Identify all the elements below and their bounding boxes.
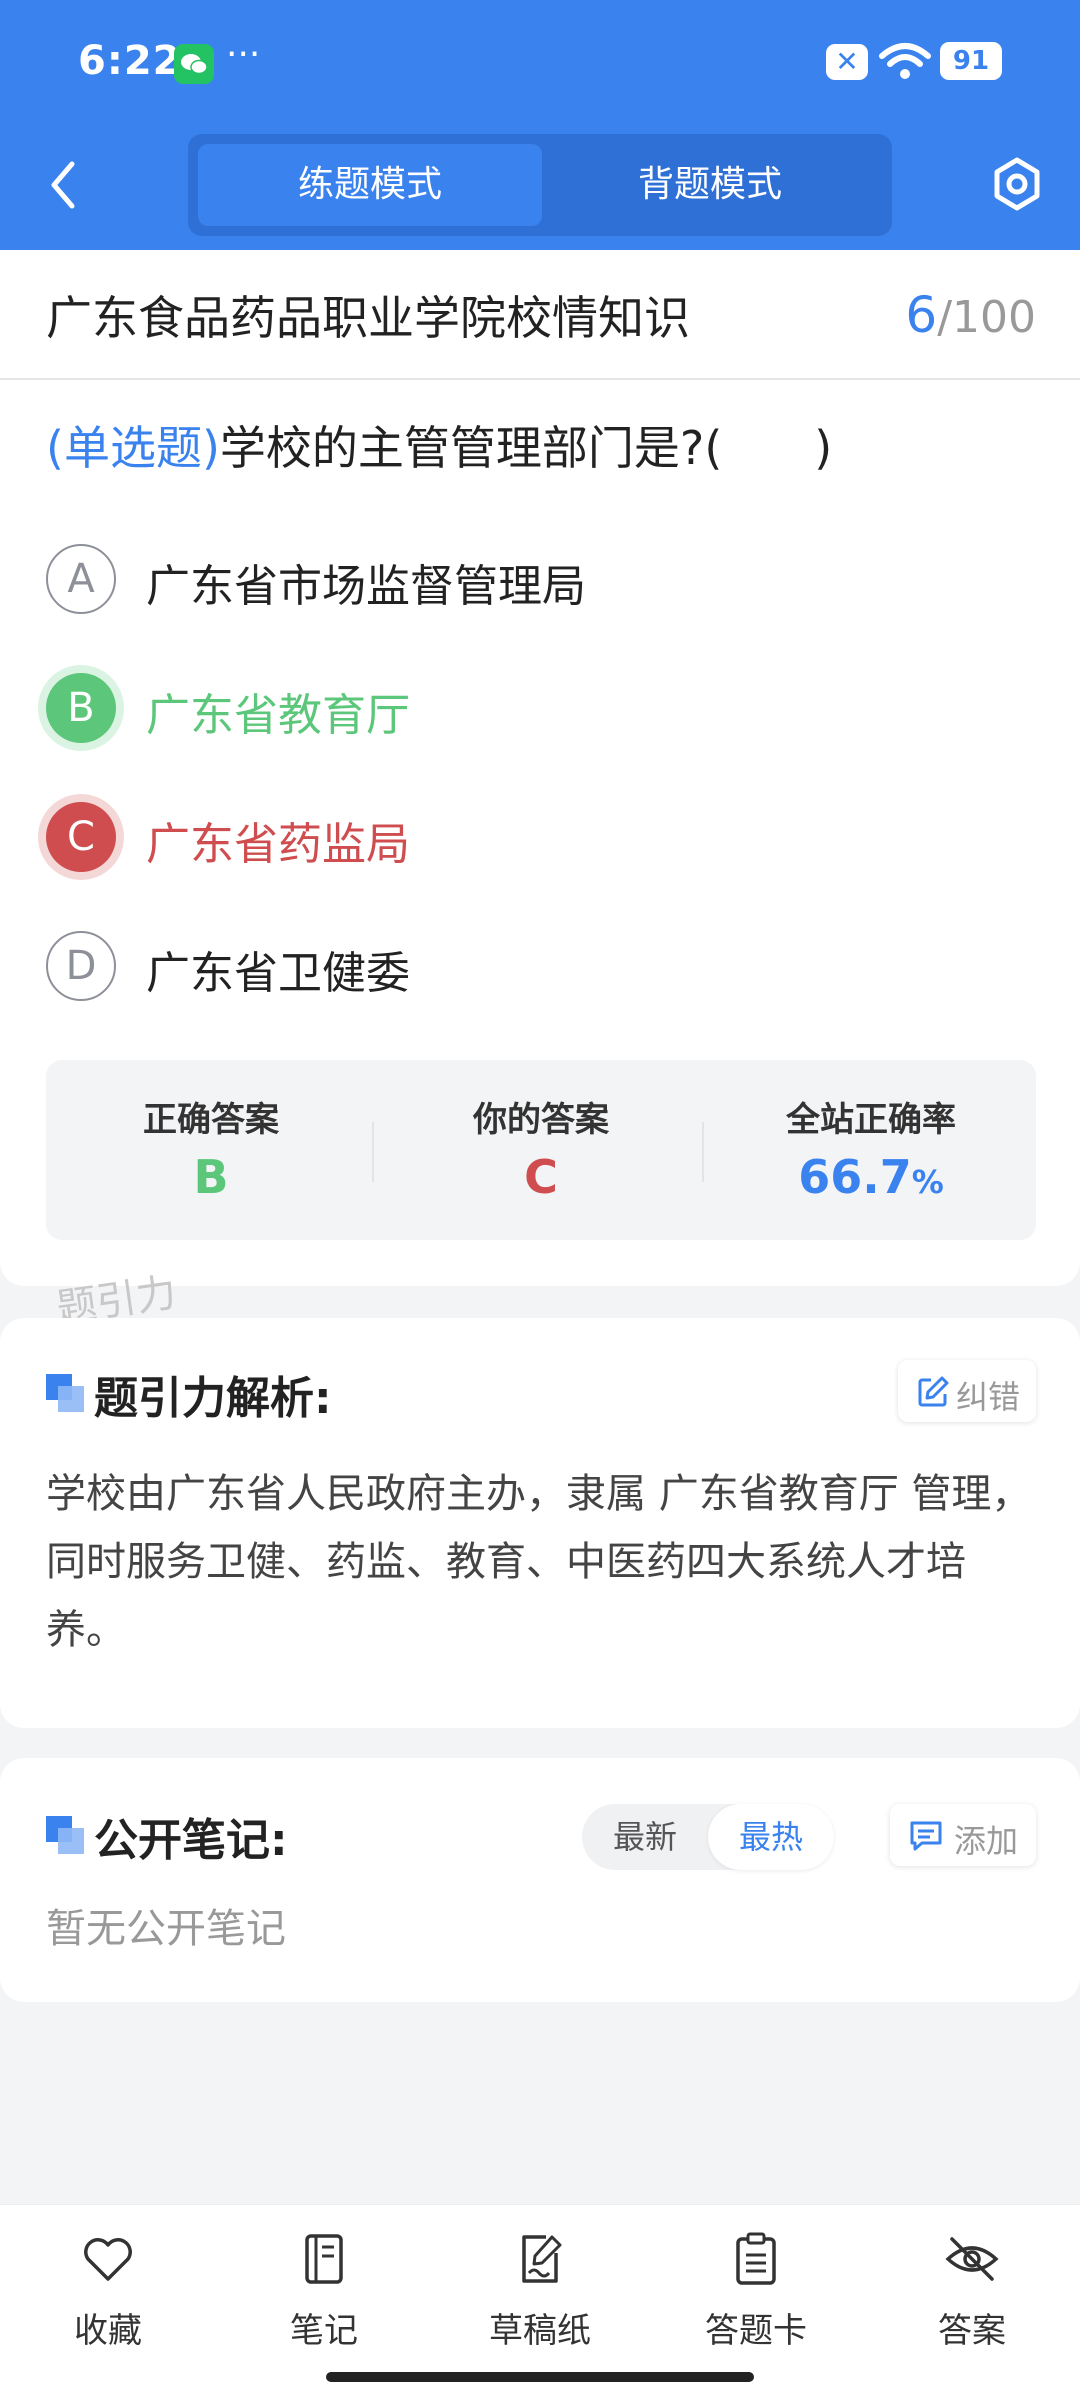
tab-memorize-mode[interactable]: 背题模式 bbox=[538, 144, 882, 226]
quiz-title: 广东食品药品职业学院校情知识 bbox=[46, 291, 690, 345]
analysis-text: 学校由广东省人民政府主办，隶属 广东省教育厅 管理，同时服务卫健、药监、教育、中… bbox=[46, 1471, 1032, 1653]
battery-indicator: 91 bbox=[940, 42, 1002, 80]
add-note-button[interactable]: 添加 bbox=[890, 1804, 1036, 1866]
nav-label: 答案 bbox=[938, 2311, 1006, 2351]
section-icon bbox=[46, 1374, 86, 1414]
status-more-icon: ··· bbox=[226, 34, 261, 75]
accuracy-unit: % bbox=[911, 1163, 944, 1201]
divider bbox=[702, 1122, 704, 1182]
option-text: 广东省市场监督管理局 bbox=[146, 561, 586, 612]
current-question-number: 6 bbox=[905, 286, 938, 344]
analysis-title: 题引力解析: bbox=[94, 1373, 332, 1424]
wifi-icon bbox=[879, 43, 931, 79]
sort-hot-button[interactable]: 最热 bbox=[708, 1804, 834, 1870]
edit-icon bbox=[918, 1376, 949, 1407]
notes-empty-text: 暂无公开笔记 bbox=[46, 1906, 286, 1952]
notes-title: 公开笔记: bbox=[94, 1815, 288, 1866]
question-text: (单选题)学校的主管管理部门是?( ) bbox=[46, 412, 1046, 478]
option-letter: B bbox=[46, 673, 116, 743]
notes-sort-toggle: 最新 最热 bbox=[582, 1804, 834, 1870]
section-icon bbox=[46, 1816, 86, 1856]
report-error-button[interactable]: 纠错 bbox=[898, 1360, 1036, 1422]
option-b[interactable]: B 广东省教育厅 bbox=[46, 667, 1036, 747]
option-text: 广东省卫健委 bbox=[146, 948, 410, 999]
mute-icon: ✕ bbox=[826, 44, 868, 80]
nav-favorite[interactable]: 收藏 bbox=[0, 2223, 216, 2363]
nav-label: 笔记 bbox=[290, 2311, 358, 2351]
question-counter: 6/100 bbox=[905, 286, 1036, 344]
tab-practice-mode[interactable]: 练题模式 bbox=[198, 144, 542, 226]
mode-switcher: 练题模式 背题模式 bbox=[188, 134, 892, 236]
your-answer-stat: 你的答案 C bbox=[376, 1060, 706, 1240]
accuracy-value: 66.7% bbox=[706, 1150, 1036, 1204]
settings-icon[interactable] bbox=[986, 150, 1048, 220]
correct-answer-label: 正确答案 bbox=[143, 1100, 279, 1140]
correct-answer-value: B bbox=[193, 1150, 229, 1204]
option-letter: C bbox=[46, 802, 116, 872]
nav-label: 收藏 bbox=[74, 2311, 142, 2351]
wechat-icon bbox=[174, 44, 214, 84]
draft-pen-icon bbox=[522, 2235, 562, 2283]
option-d[interactable]: D 广东省卫健委 bbox=[46, 925, 1036, 1005]
back-icon[interactable] bbox=[36, 150, 92, 220]
sort-latest-button[interactable]: 最新 bbox=[582, 1804, 708, 1870]
home-indicator[interactable] bbox=[326, 2372, 754, 2382]
status-bar: 6:22 ··· ✕ 91 bbox=[0, 0, 1080, 125]
nav-draft[interactable]: 草稿纸 bbox=[432, 2223, 648, 2363]
nav-label: 答题卡 bbox=[705, 2311, 807, 2351]
heart-icon bbox=[84, 2238, 132, 2281]
status-time: 6:22 bbox=[78, 38, 182, 84]
top-header: 6:22 ··· ✕ 91 练题模式 背题模式 bbox=[0, 0, 1080, 250]
question-card: 广东食品药品职业学院校情知识 6/100 (单选题)学校的主管管理部门是?( )… bbox=[0, 250, 1080, 1286]
option-c[interactable]: C 广东省药监局 bbox=[46, 796, 1036, 876]
option-text: 广东省药监局 bbox=[146, 819, 410, 870]
your-answer-label: 你的答案 bbox=[473, 1100, 609, 1140]
correct-answer-stat: 正确答案 B bbox=[46, 1060, 376, 1240]
question-type: (单选题) bbox=[46, 421, 220, 475]
accuracy-label: 全站正确率 bbox=[786, 1100, 956, 1140]
question-stem: 学校的主管管理部门是?( ) bbox=[219, 421, 833, 475]
nav-label: 草稿纸 bbox=[489, 2311, 591, 2351]
answer-stats: 正确答案 B 你的答案 C 全站正确率 66.7% bbox=[46, 1060, 1036, 1240]
your-answer-value: C bbox=[524, 1150, 558, 1204]
option-letter: D bbox=[46, 931, 116, 1001]
accuracy-stat: 全站正确率 66.7% bbox=[706, 1060, 1036, 1240]
bottom-nav: 收藏 笔记 草稿纸 答题卡 答案 bbox=[0, 2204, 1080, 2400]
option-letter: A bbox=[46, 544, 116, 614]
question-header: 广东食品药品职业学院校情知识 6/100 bbox=[0, 250, 1080, 380]
comment-icon bbox=[910, 1821, 942, 1851]
clipboard-icon bbox=[736, 2232, 776, 2285]
add-note-label: 添加 bbox=[954, 1822, 1019, 1860]
notebook-icon bbox=[305, 2234, 343, 2284]
option-text: 广东省教育厅 bbox=[146, 690, 410, 741]
nav-show-answer[interactable]: 答案 bbox=[864, 2223, 1080, 2363]
notes-card: 公开笔记: 最新 最热 添加 暂无公开笔记 bbox=[0, 1758, 1080, 2002]
divider bbox=[372, 1122, 374, 1182]
option-a[interactable]: A 广东省市场监督管理局 bbox=[46, 538, 1036, 618]
eye-off-icon bbox=[945, 2237, 999, 2281]
nav-notes[interactable]: 笔记 bbox=[216, 2223, 432, 2363]
analysis-card: 题引力解析: 纠错 学校由广东省人民政府主办，隶属 广东省教育厅 管理，同时服务… bbox=[0, 1318, 1080, 1728]
nav-answer-sheet[interactable]: 答题卡 bbox=[648, 2223, 864, 2363]
accuracy-number: 66.7 bbox=[798, 1150, 912, 1204]
report-error-label: 纠错 bbox=[956, 1378, 1021, 1416]
total-questions: /100 bbox=[937, 292, 1036, 343]
